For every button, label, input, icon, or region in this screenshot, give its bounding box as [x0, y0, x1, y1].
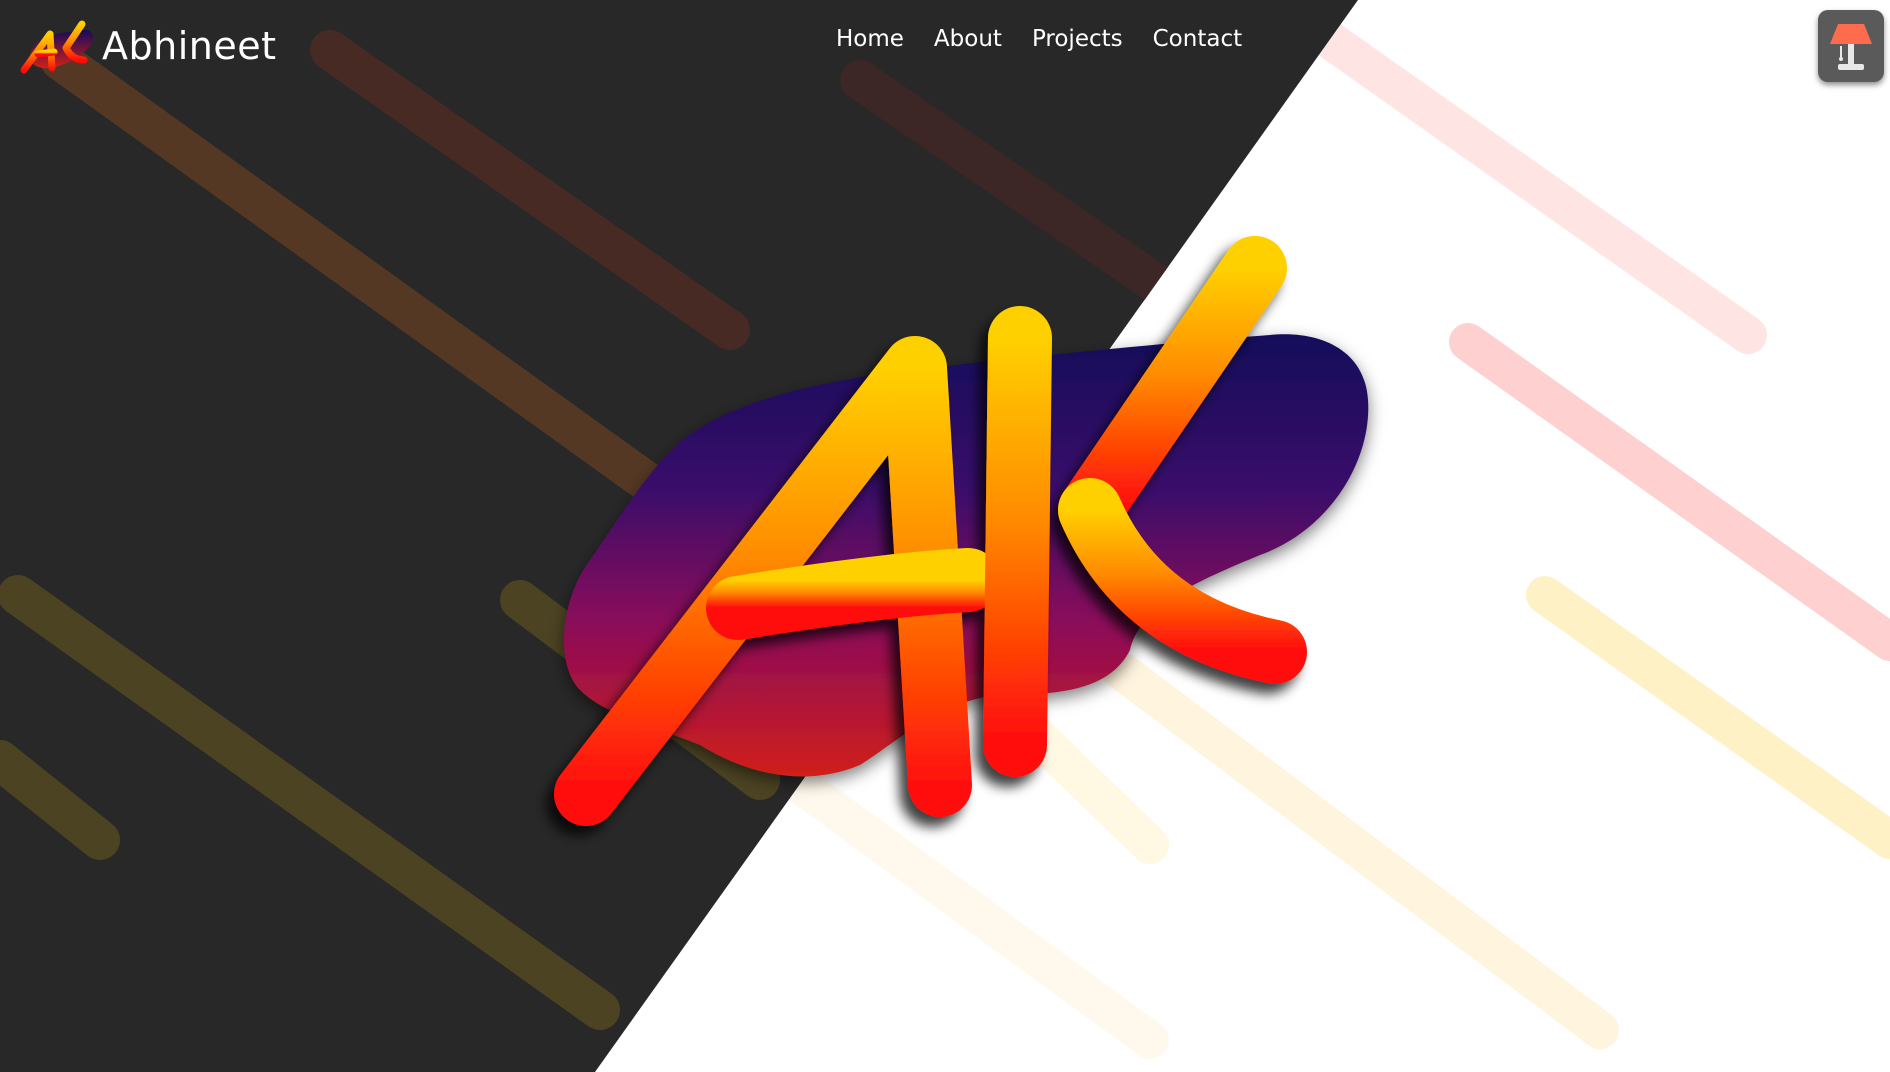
nav-projects-link[interactable]: Projects	[1032, 26, 1123, 52]
theme-toggle-button[interactable]	[1818, 10, 1884, 82]
brand-name: Abhineet	[102, 24, 277, 68]
brand-logo-icon	[20, 20, 93, 74]
top-navbar: Abhineet Home About Projects Contact	[0, 0, 1890, 92]
hero-background	[0, 0, 1890, 1072]
brand-link[interactable]: Abhineet	[18, 14, 277, 78]
nav-about-link[interactable]: About	[934, 26, 1002, 52]
nav-home-link[interactable]: Home	[836, 26, 904, 52]
nav-menu: Home About Projects Contact	[836, 26, 1272, 52]
nav-contact-link[interactable]: Contact	[1153, 26, 1242, 52]
lamp-icon	[1830, 24, 1872, 70]
